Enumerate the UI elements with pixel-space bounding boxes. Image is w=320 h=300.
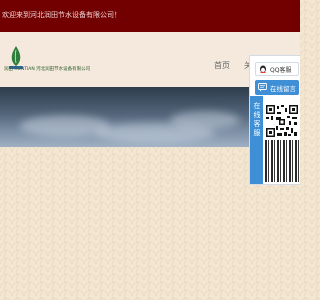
- qq-service-label: QQ客服: [270, 67, 292, 74]
- online-service-tab-label: 在线客服: [253, 102, 261, 138]
- online-service-tab[interactable]: 在线客服: [250, 96, 263, 184]
- welcome-text: 欢迎来到河北润田节水设备有限公司！: [2, 11, 121, 19]
- online-message-button[interactable]: 在线留言: [255, 80, 299, 95]
- online-message-label: 在线留言: [270, 85, 296, 93]
- nav-item-home[interactable]: 首页: [214, 60, 230, 71]
- chat-bubble-icon: [258, 83, 267, 92]
- qq-penguin-icon: [260, 65, 266, 73]
- wechat-qr-code: [265, 104, 299, 138]
- company-name-logo-text: 润田 RUNTIAN 河北润田节水设备有限公司: [4, 67, 91, 72]
- qr-code-continuation: [265, 140, 299, 182]
- top-bar: 欢迎来到河北润田节水设备有限公司！: [0, 0, 300, 32]
- qq-service-button[interactable]: QQ客服: [255, 62, 299, 76]
- customer-service-panel: QQ客服 在线留言 在线客服: [249, 55, 300, 185]
